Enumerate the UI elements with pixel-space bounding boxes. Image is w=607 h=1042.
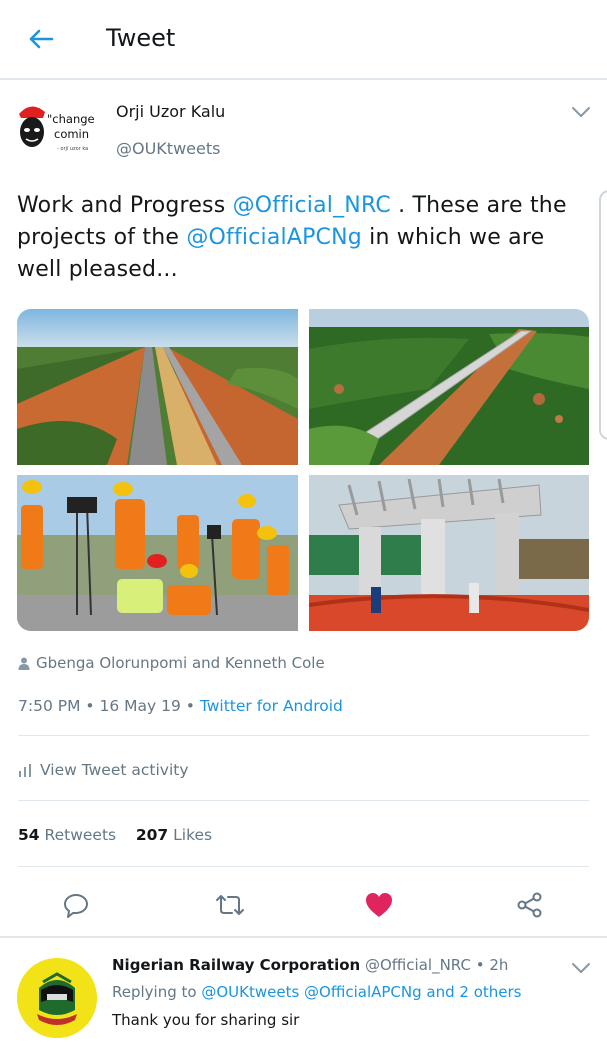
replying-to-mentions[interactable]: @OUKtweets @OfficialAPCNg — [201, 983, 421, 1001]
share-icon — [517, 892, 542, 918]
likes-stat[interactable]: 207 Likes — [136, 826, 212, 844]
view-tweet-activity[interactable]: View Tweet activity — [18, 761, 189, 779]
reply-avatar[interactable] — [17, 958, 97, 1038]
replying-to: Replying to @OUKtweets @OfficialAPCNg an… — [112, 983, 522, 1001]
avatar-slogan-2: comin — [54, 127, 89, 141]
reply-button[interactable] — [61, 890, 91, 920]
author-name[interactable]: Orji Uzor Kalu — [116, 102, 225, 121]
reply-text: Thank you for sharing sir — [112, 1011, 300, 1029]
chevron-down-icon[interactable] — [570, 104, 592, 120]
tweet-meta: 7:50 PM • 16 May 19 • Twitter for Androi… — [18, 697, 343, 715]
back-button[interactable] — [22, 22, 60, 56]
retweets-stat[interactable]: 54 Retweets — [18, 826, 116, 844]
avatar-slogan-1: "change — [47, 112, 95, 126]
reply-tweet[interactable]: Nigerian Railway Corporation @Official_N… — [0, 938, 607, 1042]
media-grid — [17, 309, 589, 631]
author-avatar[interactable]: "change comin - orji uzor ka — [17, 102, 99, 162]
reply-icon — [64, 894, 88, 918]
divider — [18, 800, 589, 801]
reply-author-handle[interactable]: @Official_NRC — [365, 956, 471, 974]
mention-officialapcng[interactable]: @OfficialAPCNg — [186, 225, 362, 250]
arrow-left-icon — [29, 29, 54, 49]
reply-author-name[interactable]: Nigerian Railway Corporation — [112, 956, 360, 974]
activity-label: View Tweet activity — [40, 761, 189, 779]
tweet-client-link[interactable]: Twitter for Android — [200, 697, 343, 715]
photo-railway-viaduct[interactable] — [309, 309, 589, 465]
divider — [18, 735, 589, 736]
photo-bridge-pillars[interactable] — [309, 475, 589, 631]
photo-railway-track[interactable] — [17, 309, 298, 465]
scroll-indicator — [599, 190, 607, 440]
replying-to-others[interactable]: and 2 others — [422, 983, 521, 1001]
mention-official-nrc[interactable]: @Official_NRC — [233, 193, 391, 218]
page-title: Tweet — [106, 24, 176, 52]
tweet-time: 7:50 PM — [18, 697, 81, 715]
heart-icon — [366, 893, 392, 917]
chevron-down-icon[interactable] — [570, 960, 592, 976]
photo-construction-workers[interactable] — [17, 475, 298, 631]
bar-chart-icon — [19, 764, 31, 777]
avatar-slogan-3: - orji uzor ka — [57, 146, 88, 152]
tweet-actions — [0, 882, 607, 928]
liked-by-text: Gbenga Olorunpomi and Kenneth Cole — [36, 654, 325, 672]
tweet-date: 16 May 19 — [99, 697, 181, 715]
reply-header: Nigerian Railway Corporation @Official_N… — [112, 956, 509, 974]
tweet-stats: 54 Retweets 207 Likes — [18, 826, 212, 844]
reply-age: 2h — [489, 956, 509, 974]
like-button[interactable] — [364, 890, 394, 920]
retweet-icon — [216, 895, 244, 915]
top-app-bar: Tweet — [0, 0, 607, 80]
person-icon — [18, 657, 30, 670]
divider — [18, 866, 589, 867]
liked-by-line[interactable]: Gbenga Olorunpomi and Kenneth Cole — [18, 654, 325, 672]
tweet-text: Work and Progress @Official_NRC . These … — [17, 193, 567, 282]
retweet-button[interactable] — [215, 890, 245, 920]
share-button[interactable] — [515, 890, 545, 920]
author-handle[interactable]: @OUKtweets — [116, 139, 220, 158]
